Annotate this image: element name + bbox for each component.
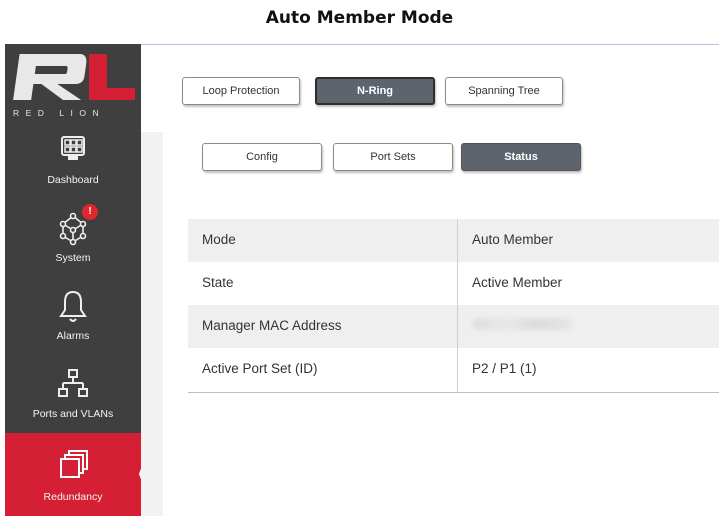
sidebar-item-label: Alarms bbox=[56, 330, 90, 342]
table-row: Mode Auto Member bbox=[188, 219, 719, 262]
logo-wordmark: RED LION bbox=[13, 108, 106, 118]
redundancy-icon bbox=[60, 450, 88, 478]
sidebar-item-label: Dashboard bbox=[47, 174, 99, 186]
rl-logo-icon bbox=[13, 54, 135, 100]
row-value: Auto Member bbox=[472, 232, 554, 247]
ports-topology-icon bbox=[58, 369, 88, 397]
sidebar-item-alarms[interactable]: Alarms bbox=[5, 286, 141, 360]
row-label: Mode bbox=[202, 232, 236, 247]
subtab-status[interactable]: Status bbox=[461, 143, 581, 171]
bell-icon bbox=[59, 290, 87, 322]
row-value: P2 / P1 (1) bbox=[472, 361, 537, 376]
sidebar: RED LION Dashboard ! System Alarms Ports… bbox=[5, 44, 153, 516]
tab-n-ring[interactable]: N-Ring bbox=[315, 77, 435, 105]
tab-loop-protection[interactable]: Loop Protection bbox=[182, 77, 300, 105]
content-gutter bbox=[141, 132, 163, 516]
figure-caption: Auto Member Mode bbox=[265, 8, 454, 28]
dashboard-icon bbox=[61, 136, 85, 160]
subtab-port-sets[interactable]: Port Sets bbox=[333, 143, 453, 171]
row-label: Active Port Set (ID) bbox=[202, 361, 318, 376]
table-bottom-border bbox=[188, 392, 719, 393]
redacted-mac-address bbox=[472, 318, 572, 330]
sidebar-item-dashboard[interactable]: Dashboard bbox=[5, 130, 141, 204]
row-value: Active Member bbox=[472, 275, 563, 290]
row-label: Manager MAC Address bbox=[202, 318, 342, 333]
column-divider bbox=[457, 219, 458, 392]
table-row: Active Port Set (ID) P2 / P1 (1) bbox=[188, 348, 719, 391]
table-row: Manager MAC Address bbox=[188, 305, 719, 348]
sidebar-item-label: System bbox=[55, 252, 91, 264]
subtab-config[interactable]: Config bbox=[202, 143, 322, 171]
red-lion-logo[interactable]: RED LION bbox=[5, 44, 141, 124]
sidebar-item-ports-and-vlans[interactable]: Ports and VLANs bbox=[5, 364, 141, 438]
sidebar-item-redundancy[interactable]: Redundancy bbox=[5, 433, 153, 516]
status-table: Mode Auto Member State Active Member Man… bbox=[188, 219, 719, 393]
row-value bbox=[472, 318, 572, 333]
tab-spanning-tree[interactable]: Spanning Tree bbox=[445, 77, 563, 105]
sidebar-item-label: Redundancy bbox=[43, 491, 103, 503]
row-label: State bbox=[202, 275, 234, 290]
alert-badge: ! bbox=[82, 204, 98, 220]
protocol-tabbar: Loop Protection N-Ring Spanning Tree bbox=[141, 44, 719, 132]
sidebar-item-label: Ports and VLANs bbox=[32, 408, 114, 420]
table-row: State Active Member bbox=[188, 262, 719, 305]
sidebar-item-system[interactable]: ! System bbox=[5, 204, 141, 282]
